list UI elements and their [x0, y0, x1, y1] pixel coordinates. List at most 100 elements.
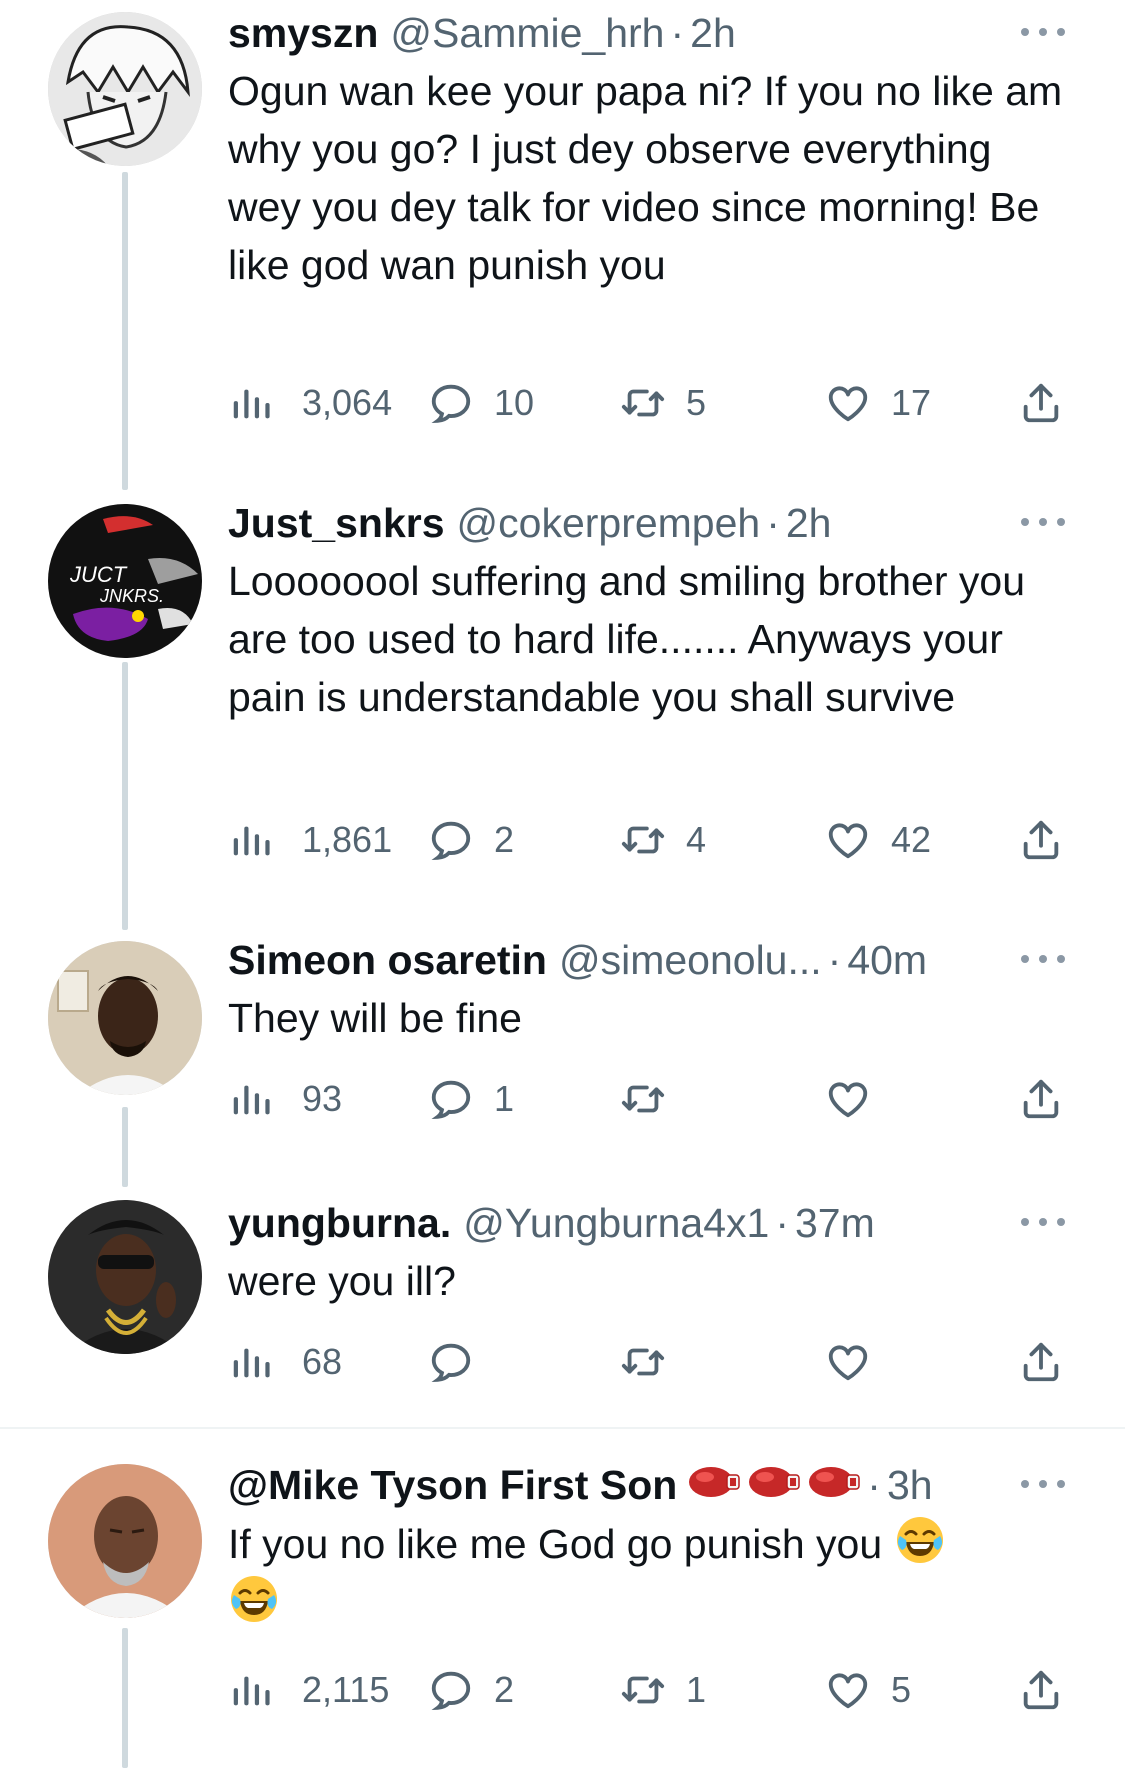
- timestamp[interactable]: 2h: [690, 4, 736, 62]
- retweet-arrows-icon: [620, 380, 666, 426]
- speech-bubble-icon: [428, 817, 474, 863]
- share-button[interactable]: [1018, 378, 1064, 428]
- retweet-button[interactable]: [620, 1074, 686, 1124]
- share-button[interactable]: [1018, 1665, 1064, 1715]
- retweet-button[interactable]: 1: [620, 1665, 706, 1715]
- timestamp[interactable]: 37m: [795, 1194, 875, 1252]
- separator: ·: [827, 937, 842, 983]
- views-count: 2,115: [302, 1669, 390, 1710]
- action-bar: 2,115 2 1 5: [228, 1665, 1068, 1715]
- tweet-text: were you ill?: [228, 1258, 456, 1304]
- views-button[interactable]: 93: [228, 1074, 342, 1124]
- tweet-header: @Mike Tyson First Son · 3h: [228, 1456, 1065, 1514]
- retweet-arrows-icon: [620, 817, 666, 863]
- views-button[interactable]: 68: [228, 1337, 342, 1387]
- display-name[interactable]: Just_snkrs: [228, 494, 445, 552]
- bar-chart-icon: [228, 1667, 274, 1713]
- reply-button[interactable]: 10: [428, 378, 534, 428]
- tweet-header: Simeon osaretin @simeonolu... · 40m: [228, 931, 1065, 989]
- views-button[interactable]: 1,861: [228, 815, 392, 865]
- reply-button[interactable]: 2: [428, 815, 514, 865]
- share-upload-icon: [1018, 817, 1064, 863]
- more-dots-icon[interactable]: [1021, 949, 1065, 969]
- retweet-count: 4: [686, 819, 707, 860]
- like-button[interactable]: 5: [825, 1665, 911, 1715]
- user-handle[interactable]: @simeonolu...: [559, 931, 822, 989]
- bar-chart-icon: [228, 1076, 274, 1122]
- reply-tweet[interactable]: yungburna. @Yungburna4x1 · 37m were you …: [0, 1190, 1125, 1425]
- heart-icon: [825, 1667, 871, 1713]
- heart-icon: [825, 817, 871, 863]
- avatar[interactable]: [48, 941, 202, 1095]
- timestamp[interactable]: 40m: [847, 931, 927, 989]
- views-count: 93: [302, 1078, 343, 1119]
- svg-text:JNKRS.: JNKRS.: [99, 586, 164, 606]
- user-handle[interactable]: @cokerprempeh: [457, 494, 761, 552]
- laughing-emoji-icon: [228, 1573, 280, 1625]
- tweet-text: Loooooool suffering and smiling brother …: [228, 558, 1025, 720]
- like-count: 5: [891, 1669, 912, 1710]
- reply-tweet[interactable]: Simeon osaretin @simeonolu... · 40m They…: [0, 927, 1125, 1189]
- display-name[interactable]: @Mike Tyson First Son: [228, 1456, 677, 1514]
- speech-bubble-icon: [428, 1339, 474, 1385]
- thread-divider: [0, 1427, 1125, 1429]
- retweet-button[interactable]: 5: [620, 378, 706, 428]
- views-count: 3,064: [302, 382, 393, 423]
- reply-tweet[interactable]: smyszn @Sammie_hrh · 2h Ogun wan kee you…: [0, 0, 1125, 490]
- display-name[interactable]: Simeon osaretin: [228, 931, 547, 989]
- share-button[interactable]: [1018, 1074, 1064, 1124]
- like-button[interactable]: 42: [825, 815, 931, 865]
- more-dots-icon[interactable]: [1021, 1212, 1065, 1232]
- reply-button[interactable]: 2: [428, 1665, 514, 1715]
- reply-count: 1: [494, 1078, 515, 1119]
- reply-count: 10: [494, 382, 535, 423]
- bar-chart-icon: [228, 1339, 274, 1385]
- tweet-text: They will be fine: [228, 995, 522, 1041]
- more-dots-icon[interactable]: [1021, 22, 1065, 42]
- thread-line: [122, 1628, 128, 1768]
- display-name[interactable]: smyszn: [228, 4, 378, 62]
- retweet-button[interactable]: 4: [620, 815, 706, 865]
- reply-tweet[interactable]: JUCT JNKRS. Just_snkrs @cokerprempeh · 2…: [0, 490, 1125, 930]
- more-dots-icon[interactable]: [1021, 512, 1065, 532]
- avatar[interactable]: JUCT JNKRS.: [48, 504, 202, 658]
- more-dots-icon[interactable]: [1021, 1474, 1065, 1494]
- retweet-count: 1: [686, 1669, 707, 1710]
- action-bar: 93 1: [228, 1074, 1068, 1124]
- views-button[interactable]: 3,064: [228, 378, 392, 428]
- share-button[interactable]: [1018, 1337, 1064, 1387]
- svg-text:JUCT: JUCT: [69, 562, 128, 587]
- speech-bubble-icon: [428, 380, 474, 426]
- avatar[interactable]: [48, 1200, 202, 1354]
- avatar[interactable]: [48, 12, 202, 166]
- separator: ·: [775, 1200, 789, 1246]
- speech-bubble-icon: [428, 1076, 474, 1122]
- like-count: 17: [891, 382, 932, 423]
- thread-line: [122, 662, 128, 930]
- like-button[interactable]: [825, 1074, 891, 1124]
- user-handle[interactable]: @Sammie_hrh: [390, 4, 664, 62]
- tweet-header: yungburna. @Yungburna4x1 · 37m: [228, 1194, 1065, 1252]
- bar-chart-icon: [228, 817, 274, 863]
- like-button[interactable]: [825, 1337, 891, 1387]
- reply-button[interactable]: 1: [428, 1074, 514, 1124]
- reply-tweet[interactable]: @Mike Tyson First Son · 3h If you no lik…: [0, 1452, 1125, 1768]
- thread-line: [122, 1107, 128, 1187]
- timestamp[interactable]: 3h: [887, 1456, 933, 1514]
- retweet-button[interactable]: [620, 1337, 686, 1387]
- share-upload-icon: [1018, 380, 1064, 426]
- display-name[interactable]: yungburna.: [228, 1194, 451, 1252]
- retweet-arrows-icon: [620, 1076, 666, 1122]
- like-count: 42: [891, 819, 932, 860]
- user-handle[interactable]: @Yungburna4x1: [463, 1194, 769, 1252]
- timestamp[interactable]: 2h: [786, 494, 832, 552]
- reply-count: 2: [494, 1669, 515, 1710]
- like-button[interactable]: 17: [825, 378, 931, 428]
- avatar[interactable]: [48, 1464, 202, 1618]
- action-bar: 1,861 2 4 42: [228, 815, 1068, 865]
- share-button[interactable]: [1018, 815, 1064, 865]
- views-button[interactable]: 2,115: [228, 1665, 389, 1715]
- reply-button[interactable]: [428, 1337, 494, 1387]
- action-bar: 3,064 10 5 17: [228, 378, 1068, 428]
- separator: ·: [867, 1462, 881, 1508]
